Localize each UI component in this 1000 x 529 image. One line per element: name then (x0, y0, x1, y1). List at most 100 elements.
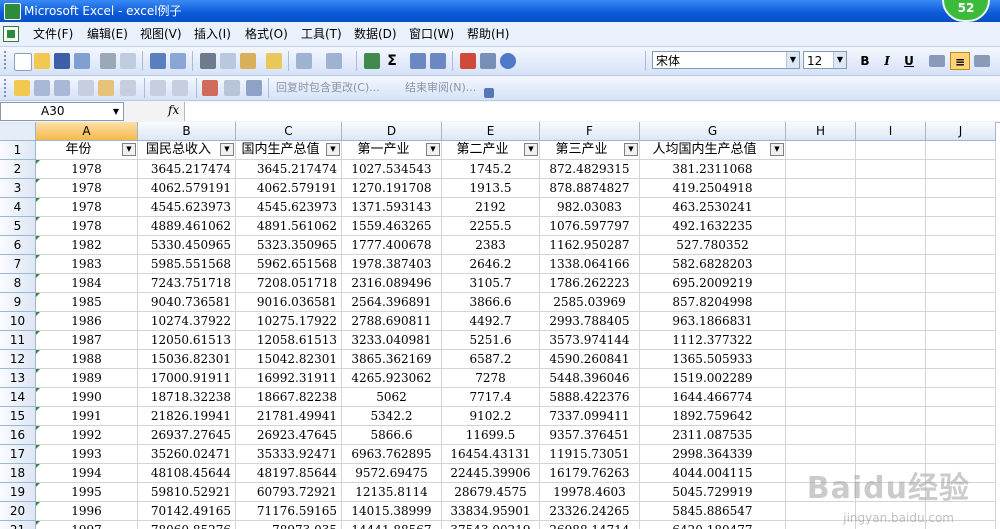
autofilter-dropdown-icon[interactable]: ▼ (770, 143, 784, 156)
cell[interactable] (786, 141, 856, 160)
toolbar-grip[interactable] (4, 51, 9, 69)
table-cell[interactable]: 857.8204998 (640, 293, 786, 312)
table-cell[interactable]: 1993 (36, 445, 138, 464)
cell[interactable] (856, 141, 926, 160)
row-header[interactable]: 1 (0, 141, 36, 160)
table-cell[interactable]: 4891.561062 (236, 217, 342, 236)
table-cell[interactable] (926, 369, 996, 388)
redo-icon[interactable] (326, 53, 342, 69)
cell[interactable] (926, 141, 996, 160)
table-cell[interactable]: 48197.85644 (236, 464, 342, 483)
column-header-g[interactable]: G (640, 122, 786, 141)
table-cell[interactable]: 78060.85276 (138, 521, 236, 529)
table-cell[interactable] (856, 369, 926, 388)
workbook-icon[interactable] (3, 26, 19, 42)
row-header[interactable]: 4 (0, 198, 36, 217)
align-right-icon[interactable] (974, 55, 990, 67)
table-cell[interactable]: 5045.729919 (640, 483, 786, 502)
table-cell[interactable]: 527.780352 (640, 236, 786, 255)
table-cell[interactable]: 492.1632235 (640, 217, 786, 236)
table-cell[interactable]: 1992 (36, 426, 138, 445)
table-cell[interactable]: 11699.5 (442, 426, 540, 445)
table-cell[interactable]: 2316.089496 (342, 274, 442, 293)
table-cell[interactable]: 4492.7 (442, 312, 540, 331)
table-cell[interactable] (926, 236, 996, 255)
column-header-h[interactable]: H (786, 122, 856, 141)
table-cell[interactable] (786, 160, 856, 179)
delete-comment-icon[interactable] (120, 80, 136, 96)
table-cell[interactable]: 10275.17922 (236, 312, 342, 331)
drawing-icon[interactable] (480, 53, 496, 69)
table-cell[interactable]: 1076.597797 (540, 217, 640, 236)
autofilter-dropdown-icon[interactable]: ▼ (426, 143, 440, 156)
table-cell[interactable]: 381.2311068 (640, 160, 786, 179)
align-left-icon[interactable] (929, 55, 945, 67)
new-icon[interactable] (14, 53, 32, 71)
row-header[interactable]: 13 (0, 369, 36, 388)
sort-ascending-icon[interactable] (410, 53, 426, 69)
table-cell[interactable] (856, 426, 926, 445)
accept-reject-icon[interactable] (172, 80, 188, 96)
table-cell[interactable] (786, 198, 856, 217)
toolbar-options-icon[interactable] (484, 88, 494, 98)
table-cell[interactable]: 2192 (442, 198, 540, 217)
table-cell[interactable] (786, 293, 856, 312)
table-cell[interactable] (926, 445, 996, 464)
table-cell[interactable]: 582.6828203 (640, 255, 786, 274)
chevron-down-icon[interactable]: ▼ (786, 52, 799, 68)
table-cell[interactable] (786, 331, 856, 350)
table-cell[interactable]: 1338.064166 (540, 255, 640, 274)
table-cell[interactable]: 1990 (36, 388, 138, 407)
table-cell[interactable]: 78973.035 (236, 521, 342, 529)
table-cell[interactable]: 1983 (36, 255, 138, 274)
table-cell[interactable]: 10274.37922 (138, 312, 236, 331)
column-header-d[interactable]: D (342, 122, 442, 141)
save-icon[interactable] (54, 53, 70, 69)
table-cell[interactable] (786, 407, 856, 426)
table-cell[interactable]: 695.2009219 (640, 274, 786, 293)
ink-annotations-icon[interactable] (224, 80, 240, 96)
column-header-a[interactable]: A (36, 122, 138, 141)
table-cell[interactable]: 35333.92471 (236, 445, 342, 464)
table-cell[interactable]: 14015.38999 (342, 502, 442, 521)
table-cell[interactable]: 7717.4 (442, 388, 540, 407)
row-header[interactable]: 12 (0, 350, 36, 369)
row-header[interactable]: 9 (0, 293, 36, 312)
table-cell[interactable]: 16179.76263 (540, 464, 640, 483)
table-cell[interactable] (856, 350, 926, 369)
column-header-b[interactable]: B (138, 122, 236, 141)
table-cell[interactable]: 2998.364339 (640, 445, 786, 464)
table-cell[interactable] (926, 160, 996, 179)
row-header[interactable]: 21 (0, 521, 36, 529)
table-cell[interactable] (926, 217, 996, 236)
table-cell[interactable]: 6587.2 (442, 350, 540, 369)
table-cell[interactable]: 5985.551568 (138, 255, 236, 274)
table-cell[interactable]: 16454.43131 (442, 445, 540, 464)
row-header[interactable]: 16 (0, 426, 36, 445)
row-header[interactable]: 8 (0, 274, 36, 293)
table-cell[interactable]: 5962.651568 (236, 255, 342, 274)
table-cell[interactable]: 963.1866831 (640, 312, 786, 331)
table-cell[interactable] (786, 255, 856, 274)
table-cell[interactable]: 2646.2 (442, 255, 540, 274)
table-cell[interactable]: 70142.49165 (138, 502, 236, 521)
folder-icon[interactable] (14, 80, 30, 96)
table-cell[interactable]: 1162.950287 (540, 236, 640, 255)
table-cell[interactable]: 1112.377322 (640, 331, 786, 350)
comment-prev-icon[interactable] (34, 80, 50, 96)
column-header-f[interactable]: F (540, 122, 640, 141)
table-cell[interactable]: 26937.27645 (138, 426, 236, 445)
table-cell[interactable]: 1978 (36, 179, 138, 198)
table-cell[interactable]: 9040.736581 (138, 293, 236, 312)
permission-icon[interactable] (74, 53, 90, 69)
table-cell[interactable]: 12050.61513 (138, 331, 236, 350)
table-cell[interactable]: 4062.579191 (138, 179, 236, 198)
table-cell[interactable]: 12135.8114 (342, 483, 442, 502)
table-cell[interactable]: 1777.400678 (342, 236, 442, 255)
row-header[interactable]: 10 (0, 312, 36, 331)
table-cell[interactable]: 878.8874827 (540, 179, 640, 198)
table-cell[interactable]: 5448.396046 (540, 369, 640, 388)
undo-icon[interactable] (296, 53, 312, 69)
formula-input[interactable] (184, 102, 1000, 121)
table-cell[interactable] (856, 274, 926, 293)
